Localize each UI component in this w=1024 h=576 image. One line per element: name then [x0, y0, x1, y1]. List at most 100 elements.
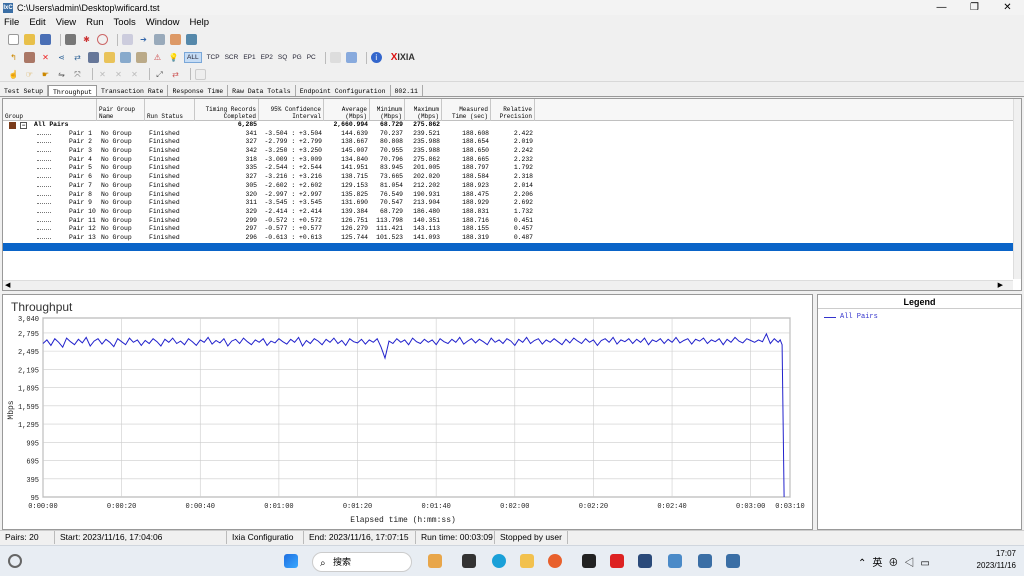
- col-minimum[interactable]: Minimum (Mbps): [370, 99, 405, 121]
- scroll-left-icon[interactable]: ◀: [5, 281, 10, 289]
- edit-icon[interactable]: [88, 52, 99, 63]
- col-average[interactable]: Average (Mbps): [324, 99, 370, 121]
- col-relative-precision[interactable]: Relative Precision: [491, 99, 535, 121]
- stop-icon[interactable]: [97, 34, 108, 45]
- file-explorer-icon[interactable]: [520, 554, 534, 568]
- table-row[interactable]: Pair 12 No Group Finished 297 -0.577 : +0.57…: [3, 225, 1013, 234]
- swap-icon[interactable]: ⇋: [56, 69, 67, 80]
- start-icon[interactable]: [284, 554, 298, 568]
- summary-row[interactable]: − All Pairs 6,285 2,660.994 68.729 275.8…: [3, 121, 1013, 130]
- copy-icon[interactable]: [154, 34, 165, 45]
- save-icon[interactable]: [40, 34, 51, 45]
- col-group[interactable]: Group: [3, 99, 97, 121]
- filter-ep1-button[interactable]: EP1: [243, 54, 255, 61]
- monitor-icon[interactable]: [345, 52, 357, 63]
- wps-icon[interactable]: [610, 554, 624, 568]
- firefox-icon[interactable]: [548, 554, 562, 568]
- new-file-icon[interactable]: [8, 34, 19, 45]
- network-icon[interactable]: ⊕: [888, 558, 904, 569]
- table-row[interactable]: Pair 7 No Group Finished 305 -2.602 : +2.602…: [3, 182, 1013, 191]
- legend-item-all-pairs[interactable]: All Pairs: [824, 313, 1021, 321]
- print-icon[interactable]: [65, 34, 76, 45]
- selected-row[interactable]: [3, 242, 1013, 252]
- col-maximum[interactable]: Maximum (Mbps): [405, 99, 442, 121]
- menu-help[interactable]: Help: [190, 17, 210, 28]
- terminal-icon[interactable]: [582, 554, 596, 568]
- filter-scr-button[interactable]: SCR: [225, 54, 239, 61]
- table-row[interactable]: Pair 1 No Group Finished 341 -3.504 : +3.504…: [3, 130, 1013, 139]
- filter-icon[interactable]: [136, 52, 147, 63]
- tab-raw-data-totals[interactable]: Raw Data Totals: [228, 85, 296, 96]
- tab-response-time[interactable]: Response Time: [168, 85, 229, 96]
- col-pair-group-name[interactable]: Pair Group Name: [97, 99, 145, 121]
- run-all-icon[interactable]: ☛: [40, 69, 51, 80]
- ixchariot-taskbar-icon[interactable]: [726, 554, 740, 568]
- script-icon[interactable]: [104, 52, 115, 63]
- filter-sq-button[interactable]: SQ: [278, 54, 287, 61]
- battery-icon[interactable]: ▭: [920, 558, 935, 569]
- export-icon[interactable]: [186, 34, 197, 45]
- table-row[interactable]: Pair 6 No Group Finished 327 -3.216 : +3.216…: [3, 173, 1013, 182]
- scroll-right-icon[interactable]: ▶: [998, 281, 1003, 289]
- table-row[interactable]: Pair 3 No Group Finished 342 -3.250 : +3.250…: [3, 147, 1013, 156]
- tab-endpoint-configuration[interactable]: Endpoint Configuration: [296, 85, 391, 96]
- filter-all-button[interactable]: ALL: [184, 52, 202, 63]
- col-measured-time[interactable]: Measured Time (sec): [442, 99, 491, 121]
- widgets-icon[interactable]: [8, 554, 22, 568]
- volume-icon[interactable]: ◁: [904, 558, 920, 569]
- share-icon[interactable]: ⋖: [56, 52, 67, 63]
- filter-tcp-button[interactable]: TCP: [207, 54, 220, 61]
- table-horizontal-scrollbar[interactable]: ◀ ▶: [3, 280, 1013, 290]
- chart-app-icon[interactable]: [668, 554, 682, 568]
- menu-tools[interactable]: Tools: [114, 17, 136, 28]
- col-confidence-interval[interactable]: 95% Confidence Interval: [259, 99, 324, 121]
- minimize-button[interactable]: —: [925, 0, 958, 15]
- table-vertical-scrollbar[interactable]: [1013, 99, 1021, 279]
- run-pair-icon[interactable]: ☞: [24, 69, 35, 80]
- col-timing-records[interactable]: Timing Records Completed: [195, 99, 259, 121]
- mark-icon[interactable]: [122, 34, 133, 45]
- col-run-status[interactable]: Run Status: [145, 99, 195, 121]
- ime-indicator[interactable]: 英: [872, 558, 888, 569]
- collapse-icon[interactable]: −: [20, 122, 27, 129]
- task-view-icon[interactable]: [462, 554, 476, 568]
- tab-transaction-rate[interactable]: Transaction Rate: [97, 85, 169, 96]
- run-icon[interactable]: ✱: [81, 34, 92, 45]
- table-row[interactable]: Pair 9 No Group Finished 311 -3.545 : +3.545…: [3, 199, 1013, 208]
- table-row[interactable]: Pair 4 No Group Finished 318 -3.009 : +3.009…: [3, 156, 1013, 165]
- table-row[interactable]: Pair 10 No Group Finished 329 -2.414 : +2.41…: [3, 208, 1013, 217]
- clock[interactable]: 17:07 2023/11/16: [977, 548, 1016, 572]
- table-row[interactable]: Pair 5 No Group Finished 335 -2.544 : +2.544…: [3, 164, 1013, 173]
- menu-file[interactable]: File: [4, 17, 19, 28]
- filter-ep2-button[interactable]: EP2: [261, 54, 273, 61]
- table-row[interactable]: Pair 2 No Group Finished 327 -2.799 : +2.799…: [3, 138, 1013, 147]
- graph-icon[interactable]: [120, 52, 131, 63]
- filter-pg-button[interactable]: PG: [292, 54, 301, 61]
- app-icon-2[interactable]: [638, 554, 652, 568]
- compare-icon[interactable]: ⇄: [170, 69, 181, 80]
- table-row[interactable]: Pair 8 No Group Finished 320 -2.997 : +2.997…: [3, 191, 1013, 200]
- arrow-right-icon[interactable]: ➔: [138, 34, 149, 45]
- add-pair-icon[interactable]: ↰: [8, 52, 19, 63]
- delete-icon[interactable]: ✕: [40, 52, 51, 63]
- menu-edit[interactable]: Edit: [29, 17, 45, 28]
- menu-run[interactable]: Run: [86, 17, 103, 28]
- tab-80211[interactable]: 802.11: [391, 85, 423, 96]
- link-icon[interactable]: ⇄: [72, 52, 83, 63]
- edge-icon[interactable]: [492, 554, 506, 568]
- run-step-icon[interactable]: ☝: [8, 69, 19, 80]
- close-button[interactable]: ✕: [991, 0, 1024, 15]
- tab-test-setup[interactable]: Test Setup: [0, 85, 49, 96]
- open-folder-icon[interactable]: [24, 34, 35, 45]
- resize-icon[interactable]: ⤧: [72, 69, 83, 80]
- chevron-up-icon[interactable]: ⌃: [858, 558, 872, 569]
- app-icon-1[interactable]: [428, 554, 442, 568]
- menu-view[interactable]: View: [56, 17, 76, 28]
- menu-window[interactable]: Window: [146, 17, 180, 28]
- maximize-button[interactable]: ❐: [958, 0, 991, 15]
- table-row[interactable]: Pair 13 No Group Finished 296 -0.613 : +0.61…: [3, 234, 1013, 243]
- report-icon[interactable]: [170, 34, 181, 45]
- lightbulb-icon[interactable]: 💡: [168, 52, 179, 63]
- network-app-icon[interactable]: [698, 554, 712, 568]
- expand-icon[interactable]: ⤢: [154, 69, 165, 80]
